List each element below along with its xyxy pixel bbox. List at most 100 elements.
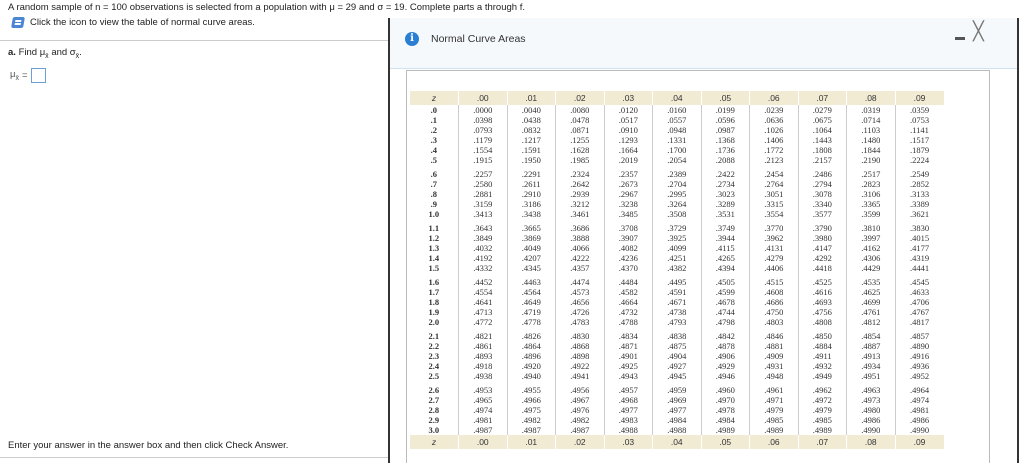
area-value: .4990 — [894, 425, 944, 435]
column-header: .08 — [846, 435, 895, 449]
area-value: .3133 — [894, 189, 944, 199]
area-value: .4916 — [894, 351, 944, 361]
area-value: .3289 — [700, 199, 750, 209]
z-value: 1.3 — [428, 243, 440, 253]
area-value: .4554 — [458, 287, 507, 297]
column-header: .04 — [652, 91, 701, 105]
area-value: .4798 — [700, 317, 750, 327]
table-row: 1.5.4332.4345.4357.4370.4382.4394.4406.4… — [410, 263, 944, 273]
table-row: .8 .2881.2910.2939.2967.2995.3023.3051.30… — [410, 189, 944, 199]
area-value: .4957 — [603, 385, 653, 395]
column-header: .00 — [458, 435, 507, 449]
area-value: .1844 — [846, 145, 895, 155]
area-value: .4656 — [555, 297, 604, 307]
area-value: .4015 — [894, 233, 944, 243]
area-value: .2019 — [603, 155, 653, 165]
area-value: .4357 — [555, 263, 604, 273]
area-value: .4985 — [749, 415, 798, 425]
area-value: .4582 — [603, 287, 653, 297]
table-row: 2.9.4981.4982.4982.4983.4984.4984.4985.4… — [410, 415, 944, 425]
column-header: z — [409, 91, 459, 105]
area-value: .4783 — [555, 317, 604, 327]
area-value: .4861 — [458, 341, 507, 351]
area-value: .4988 — [603, 425, 653, 435]
area-value: .3849 — [458, 233, 507, 243]
area-value: .4980 — [846, 405, 895, 415]
table-row: .2 .0793.0832.0871.0910.0948.0987.1026.10… — [410, 125, 944, 135]
area-value: .4979 — [749, 405, 798, 415]
area-value: .4495 — [652, 277, 701, 287]
area-value: .2291 — [506, 169, 556, 179]
subscript: x̄ — [15, 74, 19, 82]
area-value: .0557 — [652, 115, 701, 125]
area-value: .0832 — [506, 125, 556, 135]
column-header: .01 — [506, 91, 556, 105]
area-value: .4633 — [894, 287, 944, 297]
table-scroll-area[interactable]: z .00.01.02.03.04.05.06.07.08.09 .0.0000.… — [406, 70, 990, 463]
area-value: .4965 — [458, 395, 507, 405]
area-value: .3238 — [603, 199, 653, 209]
table-row: 2.0.4772.4778.4783.4788.4793.4798.4803.4… — [410, 317, 944, 327]
area-value: .4115 — [700, 243, 750, 253]
z-value: 1.2 — [428, 233, 440, 243]
area-value: .4394 — [700, 263, 750, 273]
area-value: .2389 — [652, 169, 701, 179]
area-value: .3264 — [652, 199, 701, 209]
area-value: .1950 — [506, 155, 556, 165]
area-value: .4929 — [700, 361, 750, 371]
area-value: .4977 — [603, 405, 653, 415]
area-value: .4984 — [652, 415, 701, 425]
area-value: .0279 — [797, 105, 847, 115]
area-value: .4979 — [797, 405, 847, 415]
minimize-icon[interactable] — [955, 37, 965, 40]
close-icon[interactable]: ╳ — [973, 22, 984, 40]
area-value: .3051 — [749, 189, 798, 199]
area-value: .4192 — [458, 253, 507, 263]
area-value: .4382 — [652, 263, 701, 273]
area-value: .2157 — [797, 155, 847, 165]
area-value: .1064 — [797, 125, 847, 135]
area-value: .4878 — [700, 341, 750, 351]
area-value: .4032 — [458, 243, 507, 253]
area-value: .3749 — [700, 223, 750, 233]
area-value: .3186 — [506, 199, 556, 209]
table-row: 1.8.4641.4649.4656.4664.4671.4678.4686.4… — [410, 297, 944, 307]
z-value: 2.2 — [428, 341, 440, 351]
area-value: .2823 — [846, 179, 895, 189]
z-value: .5 — [430, 155, 437, 165]
area-value: .4370 — [603, 263, 653, 273]
area-value: .4987 — [506, 425, 556, 435]
area-value: .4975 — [506, 405, 556, 415]
z-value: 2.9 — [428, 415, 440, 425]
area-value: .4608 — [749, 287, 798, 297]
table-row: 2.7.4965.4966.4967.4968.4969.4970.4971.4… — [410, 395, 944, 405]
area-value: .4564 — [506, 287, 556, 297]
area-value: .1103 — [846, 125, 895, 135]
area-value: .0000 — [458, 105, 507, 115]
area-value: .2054 — [652, 155, 701, 165]
book-icon[interactable] — [11, 17, 25, 28]
area-value: .0948 — [652, 125, 701, 135]
area-value: .4671 — [652, 297, 701, 307]
table-row: 1.7.4554.4564.4573.4582.4591.4599.4608.4… — [410, 287, 944, 297]
column-header: .05 — [700, 435, 750, 449]
area-value: .4767 — [894, 307, 944, 317]
column-header: .08 — [846, 91, 895, 105]
area-value: .4970 — [700, 395, 750, 405]
area-value: .4960 — [700, 385, 750, 395]
area-value: .4982 — [506, 415, 556, 425]
area-value: .0160 — [652, 105, 701, 115]
question-text: A random sample of n = 100 observations … — [8, 2, 525, 13]
equals-sign: = — [21, 70, 28, 81]
area-value: .4986 — [894, 415, 944, 425]
area-value: .4927 — [652, 361, 701, 371]
info-icon: i — [405, 32, 419, 46]
area-value: .4850 — [797, 331, 847, 341]
column-header: .07 — [797, 435, 847, 449]
area-value: .4989 — [749, 425, 798, 435]
table-row: .4.1554.1591.1628.1664.1700.1736.1772.18… — [410, 145, 944, 155]
area-value: .4981 — [458, 415, 507, 425]
answer-input[interactable] — [30, 68, 46, 83]
area-value: .1736 — [700, 145, 750, 155]
area-value: .4968 — [603, 395, 653, 405]
